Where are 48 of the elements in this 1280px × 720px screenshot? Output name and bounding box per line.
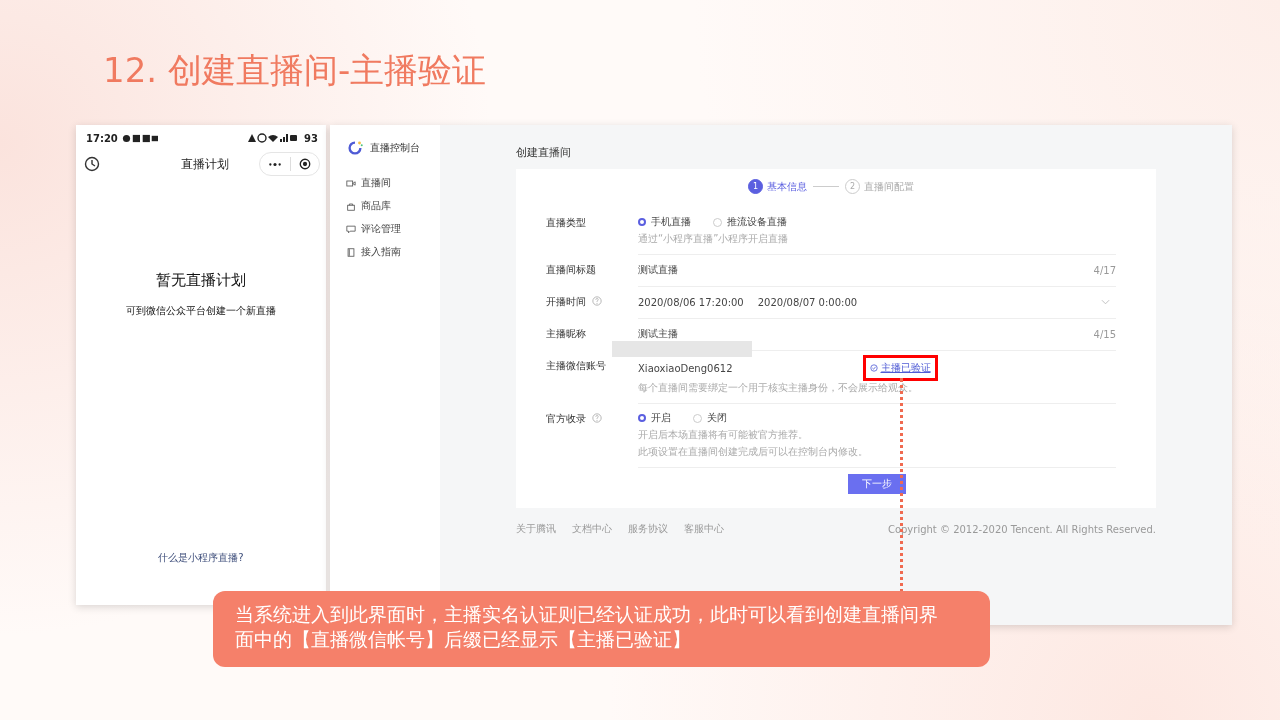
verified-link[interactable]: 主播已验证 xyxy=(869,361,931,375)
nav-item[interactable]: 商品库 xyxy=(346,199,440,213)
field-hint: 此项设置在直播间创建完成后可以在控制台内修改。 xyxy=(638,445,869,459)
account-value: XiaoxiaoDeng0612 xyxy=(638,362,733,374)
field-label: 官方收录 xyxy=(546,412,586,426)
radio-option[interactable]: 开启 xyxy=(638,411,671,425)
logo-icon xyxy=(346,139,364,157)
close-icon[interactable] xyxy=(299,158,311,170)
chevron-down-icon xyxy=(1101,299,1110,305)
callout-box: 当系统进入到此界面时，主播实名认证则已经认证成功，此时可以看到创建直播间界面中的【直播微信帐号】后缀已经显示【主播已验证】 xyxy=(213,591,990,667)
step-label: 直播间配置 xyxy=(864,179,914,194)
date-range-input[interactable]: 2020/08/06 17:20:00 2020/08/07 0:00:00 xyxy=(638,294,1116,310)
brand-name: 直播控制台 xyxy=(370,141,420,155)
empty-title: 暂无直播计划 xyxy=(156,271,246,290)
nav-item[interactable]: 接入指南 xyxy=(346,245,440,259)
field-hint: 开启后本场直播将有可能被官方推荐。 xyxy=(638,428,809,442)
field-label: 直播类型 xyxy=(546,216,586,230)
video-icon xyxy=(346,178,356,188)
nav-item[interactable]: 直播间 xyxy=(346,176,440,190)
copyright: Copyright © 2012-2020 Tencent. All Rights Reserved. xyxy=(887,523,1156,535)
field-label: 直播间标题 xyxy=(546,263,596,277)
text-input[interactable]: 测试直播 4/17 xyxy=(638,262,1116,278)
step-label: 基本信息 xyxy=(767,179,807,194)
page-heading: 创建直播间 xyxy=(516,145,572,161)
slide-title: 12. 创建直播间-主播验证 xyxy=(103,49,487,92)
check-circle-icon xyxy=(869,364,878,372)
page-title: 直播计划 xyxy=(179,155,230,173)
next-button[interactable]: 下一步 xyxy=(848,474,906,494)
field-label: 主播昵称 xyxy=(546,327,586,341)
radio-option[interactable]: 关闭 xyxy=(693,411,727,425)
clock-icon[interactable] xyxy=(84,156,100,172)
field-label: 开播时间 xyxy=(546,295,586,309)
more-icon[interactable] xyxy=(268,161,282,167)
radio-option[interactable]: 手机直播 xyxy=(638,215,691,229)
radio-option[interactable]: 推流设备直播 xyxy=(713,215,787,229)
notification-icons-drawing xyxy=(121,133,158,143)
nav-item[interactable]: 评论管理 xyxy=(346,222,440,236)
book-icon xyxy=(346,247,356,257)
step-number: 1 xyxy=(748,179,763,194)
empty-hint: 可到微信公众平台创建一个新直播 xyxy=(126,304,276,318)
field-hint: 通过“小程序直播”小程序开启直播 xyxy=(638,232,790,246)
bag-icon xyxy=(346,201,356,211)
field-label: 主播微信账号 xyxy=(546,359,606,373)
comment-icon xyxy=(346,224,356,234)
text-input[interactable]: 测试主播 4/15 xyxy=(638,326,1116,342)
status-time: 17:20 xyxy=(86,132,118,144)
help-link[interactable]: 什么是小程序直播? xyxy=(158,551,244,565)
battery-level: 93 xyxy=(304,132,318,144)
